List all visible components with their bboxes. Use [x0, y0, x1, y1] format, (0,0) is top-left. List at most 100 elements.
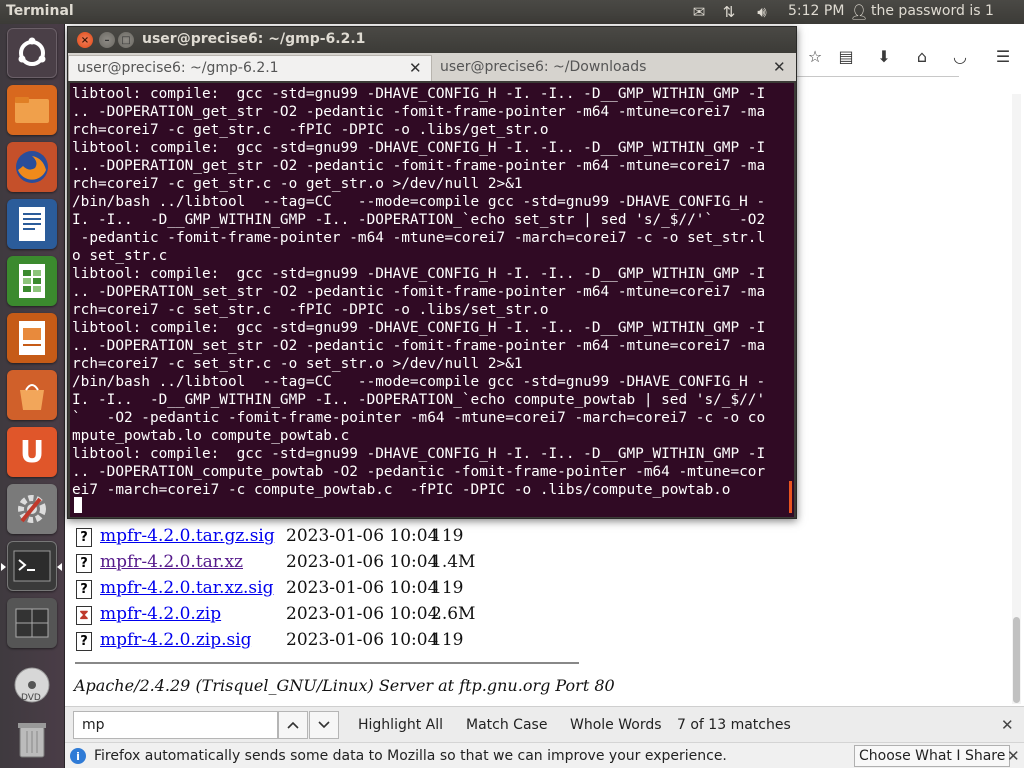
file-link[interactable]: mpfr-4.2.0.zip: [100, 604, 221, 624]
page-scroll-thumb[interactable]: [1013, 617, 1020, 703]
close-icon[interactable]: ✕: [1001, 716, 1014, 734]
window-titlebar[interactable]: × – □ user@precise6: ~/gmp-6.2.1: [68, 27, 796, 53]
file-date: 2023-01-06 10:04: [286, 526, 439, 546]
info-icon: i: [70, 748, 86, 764]
terminal-tab-bar: user@precise6: ~/gmp-6.2.1 ✕ user@precis…: [68, 53, 796, 81]
terminal-line: ` -O2 -pedantic -fomit-frame-pointer -m6…: [72, 410, 766, 426]
terminal-icon[interactable]: [1, 541, 62, 591]
tab-label: user@precise6: ~/Downloads: [440, 59, 647, 75]
chevron-down-icon: [318, 721, 330, 729]
file-link[interactable]: mpfr-4.2.0.zip.sig: [100, 630, 252, 650]
unknown-file-icon: ?: [76, 528, 92, 547]
terminal-line: ei7 -march=corei7 -c compute_powtab.c -f…: [72, 482, 731, 498]
menu-icon[interactable]: ☰: [993, 46, 1013, 66]
find-input[interactable]: [73, 711, 278, 739]
page-scrollbar[interactable]: [1012, 94, 1021, 704]
terminal-line: libtool: compile: gcc -std=gnu99 -DHAVE_…: [72, 320, 766, 336]
window-title: user@precise6: ~/gmp-6.2.1: [142, 31, 366, 47]
system-settings-icon[interactable]: [7, 484, 57, 534]
close-icon[interactable]: ✕: [773, 58, 786, 76]
downloads-icon[interactable]: ⬇: [874, 46, 894, 66]
user-icon[interactable]: 👤︎: [849, 2, 868, 22]
active-app-title: Terminal: [6, 3, 74, 19]
terminal-line: rch=corei7 -c get_str.c -o get_str.o >/d…: [72, 176, 523, 192]
unknown-file-icon: ?: [76, 632, 92, 651]
find-status: 7 of 13 matches: [677, 717, 791, 733]
terminal-line: .. -DOPERATION_set_str -O2 -pedantic -fo…: [72, 338, 766, 354]
bookmark-star-icon[interactable]: ☆: [805, 46, 825, 66]
file-date: 2023-01-06 10:04: [286, 630, 439, 650]
terminal-line: .. -DOPERATION_compute_powtab -O2 -pedan…: [72, 464, 766, 480]
tab-gmp[interactable]: user@precise6: ~/gmp-6.2.1 ✕: [68, 55, 432, 81]
ubuntu-one-icon[interactable]: U: [7, 427, 57, 477]
clock[interactable]: 5:12 PM: [788, 3, 844, 19]
minimize-icon[interactable]: –: [99, 32, 115, 48]
terminal-line: I. -I.. -D__GMP_WITHIN_GMP -I.. -DOPERAT…: [72, 392, 766, 408]
dash-icon[interactable]: [7, 28, 57, 78]
home-icon[interactable]: ⌂: [912, 46, 932, 66]
mail-icon[interactable]: ✉: [688, 2, 710, 22]
terminal-line: .. -DOPERATION_get_str -O2 -pedantic -fo…: [72, 104, 766, 120]
writer-icon[interactable]: [7, 199, 57, 249]
file-size: 119: [431, 630, 464, 650]
close-icon[interactable]: ×: [77, 32, 93, 48]
file-size: 119: [431, 578, 464, 598]
whole-words-toggle[interactable]: Whole Words: [570, 717, 662, 733]
volume-icon[interactable]: 🔊︎: [750, 2, 774, 22]
terminal-line: libtool: compile: gcc -std=gnu99 -DHAVE_…: [72, 140, 766, 156]
svg-text:DVD: DVD: [21, 693, 41, 703]
file-link[interactable]: mpfr-4.2.0.tar.xz.sig: [100, 578, 273, 598]
trash-icon[interactable]: [7, 714, 57, 764]
close-icon[interactable]: ✕: [1007, 747, 1020, 765]
terminal-line: .. -DOPERATION_get_str -O2 -pedantic -fo…: [72, 158, 766, 174]
terminal-output-area[interactable]: libtool: compile: gcc -std=gnu99 -DHAVE_…: [70, 83, 794, 517]
choose-what-i-share-button[interactable]: Choose What I Share: [854, 745, 1011, 767]
maximize-icon[interactable]: □: [118, 32, 134, 48]
notification-bar: i Firefox automatically sends some data …: [65, 742, 1024, 768]
terminal-line: rch=corei7 -c set_str.c -o set_str.o >/d…: [72, 356, 523, 372]
terminal-line: -pedantic -fomit-frame-pointer -m64 -mtu…: [72, 230, 766, 246]
match-case-toggle[interactable]: Match Case: [466, 717, 547, 733]
highlight-all-toggle[interactable]: Highlight All: [358, 717, 443, 733]
terminal-line: rch=corei7 -c get_str.c -fPIC -DPIC -o .…: [72, 122, 549, 138]
file-date: 2023-01-06 10:04: [286, 604, 439, 624]
terminal-line: libtool: compile: gcc -std=gnu99 -DHAVE_…: [72, 86, 766, 102]
terminal-output: libtool: compile: gcc -std=gnu99 -DHAVE_…: [72, 85, 794, 499]
top-panel: Terminal ✉ ⇅ 🔊︎ 5:12 PM 👤︎ the password …: [0, 0, 1024, 24]
terminal-line: o set_str.c: [72, 248, 168, 264]
reading-list-icon[interactable]: ▤: [836, 46, 856, 66]
firefox-icon[interactable]: [7, 142, 57, 192]
workspace-switcher-icon[interactable]: [7, 598, 57, 648]
terminal-window: × – □ user@precise6: ~/gmp-6.2.1 user@pr…: [67, 26, 797, 519]
file-size: 2.6M: [431, 604, 476, 624]
close-icon[interactable]: ✕: [409, 59, 422, 77]
find-previous-button[interactable]: [278, 711, 308, 739]
find-next-button[interactable]: [309, 711, 339, 739]
impress-icon[interactable]: [7, 313, 57, 363]
pocket-icon[interactable]: ◡: [950, 46, 970, 66]
terminal-line: /bin/bash ../libtool --tag=CC --mode=com…: [72, 374, 766, 390]
tab-downloads[interactable]: user@precise6: ~/Downloads ✕: [432, 55, 796, 81]
terminal-line: rch=corei7 -c set_str.c -fPIC -DPIC -o .…: [72, 302, 549, 318]
terminal-cursor: [74, 497, 82, 513]
file-link[interactable]: mpfr-4.2.0.tar.xz: [100, 552, 243, 572]
file-date: 2023-01-06 10:04: [286, 552, 439, 572]
calc-icon[interactable]: [7, 256, 57, 306]
unknown-file-icon: ?: [76, 580, 92, 599]
terminal-line: mpute_powtab.lo compute_powtab.c: [72, 428, 350, 444]
file-link[interactable]: mpfr-4.2.0.tar.gz.sig: [100, 526, 275, 546]
launcher: U DVD: [0, 24, 65, 768]
server-signature: Apache/2.4.29 (Trisquel_GNU/Linux) Serve…: [74, 676, 615, 695]
find-bar: Highlight All Match Case Whole Words 7 o…: [65, 706, 1024, 742]
chevron-up-icon: [287, 721, 299, 729]
network-icon[interactable]: ⇅: [718, 2, 740, 22]
user-status[interactable]: the password is 1: [871, 3, 994, 19]
terminal-scroll-indicator[interactable]: [789, 481, 792, 513]
file-size: 119: [431, 526, 464, 546]
files-icon[interactable]: [7, 85, 57, 135]
unknown-file-icon: ?: [76, 554, 92, 573]
software-center-icon[interactable]: [7, 370, 57, 420]
terminal-line: /bin/bash ../libtool --tag=CC --mode=com…: [72, 194, 766, 210]
terminal-line: libtool: compile: gcc -std=gnu99 -DHAVE_…: [72, 446, 766, 462]
dvd-icon[interactable]: DVD: [7, 660, 57, 710]
